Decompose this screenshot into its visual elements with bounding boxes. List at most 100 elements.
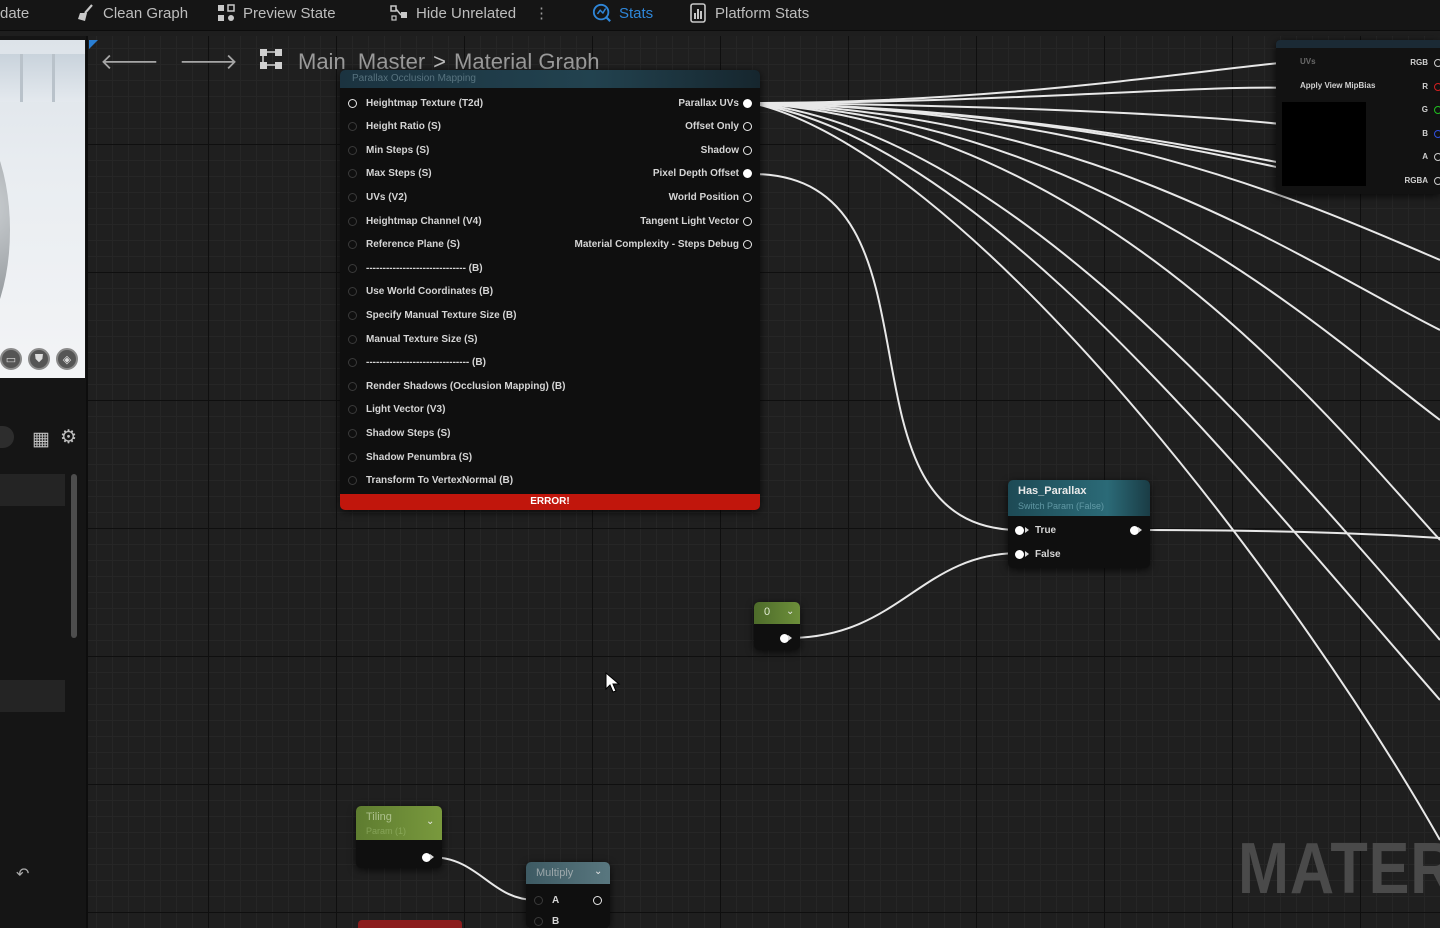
chevron-down-icon[interactable]: ⌄ xyxy=(594,866,602,877)
material-graph-canvas[interactable] xyxy=(88,36,1440,928)
pin-label: False xyxy=(1035,548,1061,560)
pin-label: A xyxy=(552,894,560,906)
preview-state-icon xyxy=(216,3,236,23)
stats-icon xyxy=(592,3,612,23)
texture-output-pin[interactable]: R xyxy=(1422,82,1428,91)
multiply-input-a[interactable]: A xyxy=(534,893,559,907)
partial-node-header[interactable] xyxy=(358,920,462,928)
pin-label: Heightmap Texture (T2d) xyxy=(366,97,484,109)
panel-list-row[interactable] xyxy=(0,474,65,506)
more-options-icon[interactable]: ⋮ xyxy=(534,2,549,24)
platform-stats-button[interactable]: Platform Stats xyxy=(688,2,809,24)
pom-input-pin[interactable]: Shadow Steps (S) xyxy=(348,426,450,440)
pin-dot xyxy=(743,98,752,108)
pom-input-pin[interactable]: Use World Coordinates (B) xyxy=(348,285,493,299)
constant-node[interactable]: 0 ⌄ xyxy=(754,602,800,650)
apply-view-mipbias-pin[interactable]: Apply View MipBias xyxy=(1300,81,1375,90)
pin-label: Height Ratio (S) xyxy=(366,121,441,133)
preview-state-button[interactable]: Preview State xyxy=(216,2,336,24)
pom-input-pin[interactable]: Max Steps (S) xyxy=(348,167,432,181)
pom-output-pin[interactable]: World Position xyxy=(669,190,752,204)
back-arrow-icon[interactable]: 🡐 xyxy=(100,49,159,75)
multiply-input-b[interactable]: B xyxy=(534,914,559,928)
pom-output-pin[interactable]: Parallax UVs xyxy=(678,96,752,110)
pom-output-pin[interactable]: Material Complexity - Steps Debug xyxy=(575,238,752,252)
false-input-pin[interactable]: False xyxy=(1015,547,1061,561)
chevron-down-icon[interactable]: ⌄ xyxy=(786,606,794,617)
uvs-input-pin[interactable]: UVs xyxy=(1300,57,1316,66)
preview-shield-icon[interactable]: ⛊ xyxy=(28,348,50,370)
chevron-down-icon[interactable]: ⌄ xyxy=(426,816,434,827)
node-title: Tiling xyxy=(366,811,392,823)
forward-arrow-icon[interactable]: 🡒 xyxy=(179,49,238,75)
pom-input-pin[interactable]: Manual Texture Size (S) xyxy=(348,332,478,346)
pom-input-pin[interactable]: Shadow Penumbra (S) xyxy=(348,450,472,464)
node-header xyxy=(1276,40,1440,48)
tiling-parameter-node[interactable]: Tiling Param (1) ⌄ xyxy=(356,806,442,868)
node-subtitle: Param (1) xyxy=(366,826,407,836)
node-title: Has_Parallax xyxy=(1018,485,1087,497)
pin-dot xyxy=(593,895,602,905)
pom-input-pin[interactable]: Render Shadows (Occlusion Mapping) (B) xyxy=(348,379,565,393)
pin-dot xyxy=(348,287,357,297)
pom-input-pin[interactable]: Light Vector (V3) xyxy=(348,403,445,417)
preview-plane-icon[interactable]: ▭ xyxy=(0,348,22,370)
pin-label: Render Shadows (Occlusion Mapping) (B) xyxy=(366,380,566,392)
pin-dot xyxy=(348,98,357,108)
clean-graph-button[interactable]: Clean Graph xyxy=(76,2,188,24)
pom-input-pin[interactable]: UVs (V2) xyxy=(348,190,407,204)
pom-input-pin[interactable]: Heightmap Channel (V4) xyxy=(348,214,482,228)
pom-output-pin[interactable]: Offset Only xyxy=(685,120,752,134)
stats-button[interactable]: Stats xyxy=(592,2,653,24)
settings-gear-icon[interactable]: ⚙ xyxy=(60,426,77,449)
material-preview-viewport[interactable]: ▭ ⛊ ◈ xyxy=(0,40,85,378)
texture-output-pin[interactable]: G xyxy=(1422,105,1428,114)
hide-unrelated-button[interactable]: Hide Unrelated xyxy=(389,2,516,24)
pom-input-pin[interactable]: Reference Plane (S) xyxy=(348,238,460,252)
pom-input-pin[interactable]: Heightmap Texture (T2d) xyxy=(348,96,483,110)
pom-input-pin[interactable]: ------------------------------- (B) xyxy=(348,356,486,370)
texture-output-pin[interactable]: B xyxy=(1422,129,1428,138)
pom-input-pin[interactable]: ------------------------------ (B) xyxy=(348,261,483,275)
constant-output-pin[interactable] xyxy=(776,631,792,645)
texture-sample-node[interactable]: UVs Apply View MipBias RGB R G B A RGBA xyxy=(1276,40,1440,194)
node-header: Multiply ⌄ xyxy=(526,862,610,884)
pom-input-pin[interactable]: Transform To VertexNormal (B) xyxy=(348,474,513,488)
true-input-pin[interactable]: True xyxy=(1015,523,1056,537)
has-parallax-switch-node[interactable]: Has_Parallax Switch Param (False) True F… xyxy=(1008,480,1150,568)
error-banner: ERROR! xyxy=(340,494,760,510)
pom-input-pin[interactable]: Height Ratio (S) xyxy=(348,120,441,134)
tiling-output-pin[interactable] xyxy=(418,850,434,864)
pin-label: Transform To VertexNormal (B) xyxy=(366,475,514,487)
pin-dot xyxy=(743,240,752,250)
panel-list-row[interactable] xyxy=(0,680,65,712)
parallax-occlusion-mapping-node[interactable]: Parallax Occlusion Mapping Heightmap Tex… xyxy=(340,70,760,510)
multiply-node[interactable]: Multiply ⌄ A B xyxy=(526,862,610,928)
pin-label: Reference Plane (S) xyxy=(366,239,460,251)
update-button[interactable]: date xyxy=(0,2,29,24)
panel-search-pill[interactable] xyxy=(0,426,14,448)
panel-scrollbar[interactable] xyxy=(71,474,77,638)
texture-output-pin[interactable]: A xyxy=(1422,152,1428,161)
undo-icon[interactable]: ↶ xyxy=(16,864,29,884)
multiply-output-pin[interactable] xyxy=(589,893,602,907)
table-view-icon[interactable]: ▦ xyxy=(32,428,50,451)
pin-dot xyxy=(348,334,357,344)
platform-stats-icon xyxy=(688,3,708,23)
pom-input-pin[interactable]: Min Steps (S) xyxy=(348,143,429,157)
texture-output-pin[interactable]: RGBA xyxy=(1404,176,1428,185)
pom-input-pin[interactable]: Specify Manual Texture Size (B) xyxy=(348,308,516,322)
texture-output-pin[interactable]: RGB xyxy=(1410,58,1428,67)
pin-dot xyxy=(348,358,357,368)
platform-stats-label: Platform Stats xyxy=(715,4,810,22)
pin-dot xyxy=(348,145,357,155)
node-header: Parallax Occlusion Mapping xyxy=(340,70,760,88)
pom-output-pin[interactable]: Shadow xyxy=(701,143,752,157)
pom-output-pin[interactable]: Pixel Depth Offset xyxy=(653,167,752,181)
pin-dot xyxy=(743,216,752,226)
node-title: Multiply xyxy=(536,867,574,879)
switch-output-pin[interactable] xyxy=(1126,523,1142,537)
pin-dot xyxy=(743,169,752,179)
preview-cube-icon[interactable]: ◈ xyxy=(56,348,78,370)
pom-output-pin[interactable]: Tangent Light Vector xyxy=(640,214,752,228)
